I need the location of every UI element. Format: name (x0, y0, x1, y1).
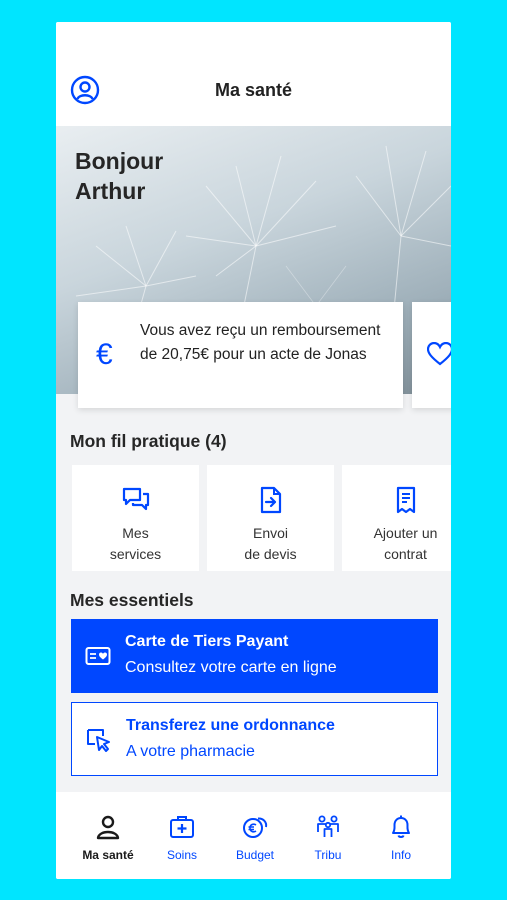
coins-icon (242, 814, 268, 840)
euro-icon: € (96, 338, 113, 371)
fil-pratique-title: Mon fil pratique (4) (70, 431, 227, 451)
fil-pratique-tiles: Mes services Envoi de devis Ajouter un c… (72, 465, 451, 573)
family-icon (315, 814, 341, 840)
tile-envoi-de-devis[interactable]: Envoi de devis (207, 465, 334, 571)
greeting-line-1: Bonjour (75, 148, 164, 174)
medical-bag-icon (169, 814, 195, 840)
next-notification-card[interactable] (412, 302, 451, 408)
tile-ajouter-un-contrat[interactable]: Ajouter un contrat (342, 465, 451, 571)
contract-icon (391, 485, 421, 515)
carte-tiers-payant-card[interactable]: Carte de Tiers Payant Consultez votre ca… (71, 619, 438, 693)
card-icon (85, 643, 111, 669)
greeting-name: Arthur (75, 178, 146, 204)
page-title: Ma santé (214, 80, 293, 100)
bottom-tab-bar: Ma santé Soins Budget Tribu Info (56, 792, 451, 879)
tile-label: Ajouter un contrat (373, 525, 438, 562)
tab-info[interactable]: Info (366, 814, 436, 862)
tab-budget[interactable]: Budget (220, 814, 290, 862)
tab-ma-sante[interactable]: Ma santé (73, 814, 143, 862)
card-title: Carte de Tiers Payant (125, 633, 289, 650)
tab-label: Soins (166, 848, 198, 862)
chat-icon (121, 485, 151, 515)
tab-tribu[interactable]: Tribu (293, 814, 363, 862)
card-subtitle: Consultez votre carte en ligne (125, 659, 337, 676)
tab-soins[interactable]: Soins (147, 814, 217, 862)
prescription-icon (86, 727, 112, 753)
heart-icon (426, 341, 451, 371)
person-icon (95, 814, 121, 840)
bell-icon (388, 814, 414, 840)
tab-label: Ma santé (82, 848, 134, 862)
tab-label: Budget (235, 848, 275, 862)
tile-label: Envoi de devis (244, 525, 297, 562)
card-subtitle: A votre pharmacie (126, 743, 255, 760)
reimbursement-notification-card[interactable]: € Vous avez reçu un remboursement de 20,… (78, 302, 403, 408)
tile-mes-services[interactable]: Mes services (72, 465, 199, 571)
document-upload-icon (256, 485, 286, 515)
tile-label: Mes services (109, 525, 162, 562)
phone-screen: Ma santé Bonjour Arthur € Vous avez reçu… (56, 22, 451, 879)
greeting: Bonjour Arthur (75, 146, 163, 206)
card-title: Transferez une ordonnance (126, 717, 335, 734)
app-header: Ma santé (56, 22, 451, 126)
transfer-ordonnance-card[interactable]: Transferez une ordonnance A votre pharma… (71, 702, 438, 776)
essentiels-title: Mes essentiels (70, 590, 194, 610)
tab-label: Info (390, 848, 411, 862)
notification-message: Vous avez reçu un remboursement de 20,75… (140, 322, 381, 363)
tab-label: Tribu (314, 848, 342, 862)
